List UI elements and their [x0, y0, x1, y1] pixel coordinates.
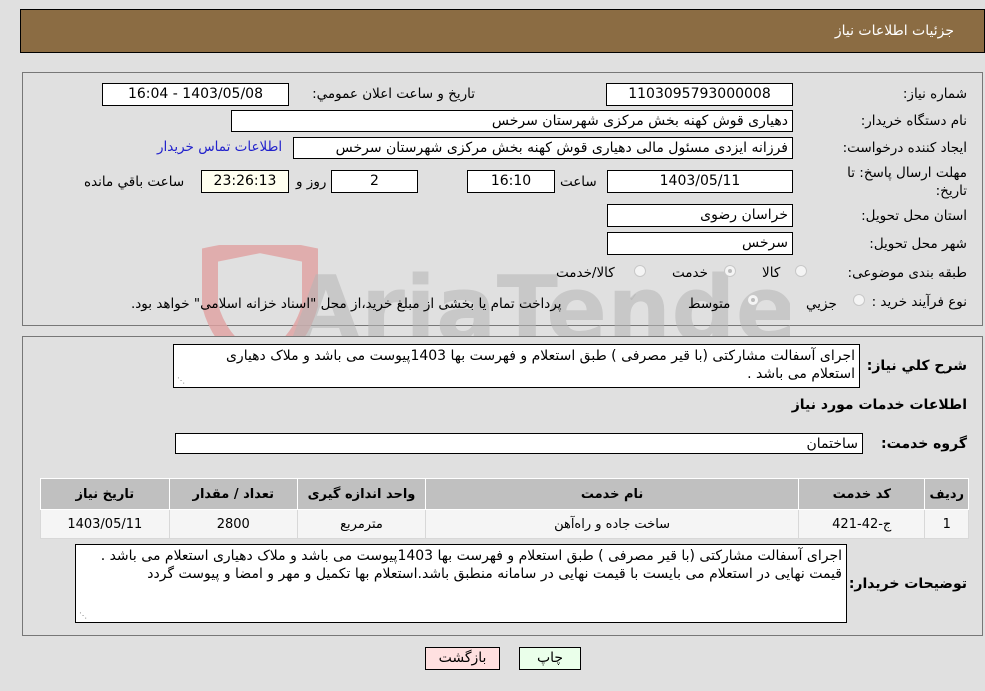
services-table: ردیف کد خدمت نام خدمت واحد اندازه گیری ت… — [40, 478, 969, 539]
cell-service-code: ج-42-421 — [798, 509, 926, 539]
remaining-time-label: ساعت باقي مانده — [84, 174, 185, 190]
back-button[interactable]: بازگشت — [425, 647, 500, 670]
summary-label: شرح کلي نیاز: — [866, 358, 967, 374]
col-quantity: تعداد / مقدار — [168, 478, 298, 510]
purchase-option-medium: متوسط — [688, 296, 731, 312]
resize-grip-icon[interactable]: ⋰ — [177, 377, 185, 385]
buyer-notes-label: توضیحات خریدار: — [848, 576, 967, 592]
category-label: طبقه بندی موضوعی: — [847, 265, 967, 281]
summary-text: اجرای آسفالت مشارکتی (با قیر مصرفی ) طبق… — [225, 348, 855, 382]
city-field: سرخس — [607, 232, 793, 255]
buyer-notes-textarea[interactable]: اجرای آسفالت مشارکتی (با قیر مصرفی ) طبق… — [75, 544, 847, 623]
requester-field: فرزانه ایزدی مسئول مالی دهیاری قوش کهنه … — [293, 137, 793, 159]
service-group-label: گروه خدمت: — [881, 436, 967, 452]
category-radio-goods-service[interactable] — [634, 265, 646, 277]
category-option-goods: کالا — [762, 265, 781, 281]
deadline-time-field: 16:10 — [467, 170, 555, 193]
col-unit: واحد اندازه گیری — [296, 478, 427, 510]
cell-unit: مترمربع — [296, 509, 427, 539]
services-heading: اطلاعات خدمات مورد نیاز — [791, 397, 967, 413]
col-service-code: کد خدمت — [798, 478, 926, 510]
purchase-type-label: نوع فرآیند خرید : — [871, 294, 967, 310]
deadline-date-field: 1403/05/11 — [607, 170, 793, 193]
col-service-name: نام خدمت — [425, 478, 800, 510]
need-number-field: 1103095793000008 — [606, 83, 793, 106]
treasury-note: پرداخت تمام یا بخشی از مبلغ خرید،از محل … — [131, 296, 562, 312]
requester-label: ایجاد کننده درخواست: — [842, 140, 967, 156]
province-field: خراسان رضوی — [607, 204, 793, 227]
buyer-org-label: نام دستگاه خریدار: — [860, 113, 967, 129]
category-radio-service[interactable] — [724, 265, 736, 277]
col-row-number: ردیف — [924, 478, 969, 510]
cell-quantity: 2800 — [168, 509, 298, 539]
cell-service-name: ساخت جاده و راه‌آهن — [425, 509, 800, 539]
col-need-date: تاریخ نیاز — [40, 478, 170, 510]
buyer-contact-link[interactable]: اطلاعات تماس خریدار — [157, 139, 282, 155]
days-field: 2 — [331, 170, 418, 193]
purchase-option-minor: جزیي — [806, 296, 837, 312]
province-label: استان محل تحویل: — [861, 208, 967, 224]
category-radio-goods[interactable] — [795, 265, 807, 277]
resize-grip-icon[interactable]: ⋰ — [79, 612, 87, 620]
page-header: جزئیات اطلاعات نیاز — [20, 9, 985, 53]
buyer-notes-text: اجرای آسفالت مشارکتی (با قیر مصرفی ) طبق… — [100, 548, 842, 582]
cell-need-date: 1403/05/11 — [40, 509, 170, 539]
category-option-goods-service: کالا/خدمت — [556, 265, 615, 281]
cell-row-number: 1 — [924, 509, 969, 539]
deadline-time-label: ساعت — [560, 174, 597, 190]
table-row: 1 ج-42-421 ساخت جاده و راه‌آهن مترمربع 2… — [40, 509, 969, 539]
days-label: روز و — [296, 174, 327, 190]
table-header-row: ردیف کد خدمت نام خدمت واحد اندازه گیری ت… — [40, 478, 969, 510]
purchase-radio-medium[interactable] — [747, 294, 759, 306]
category-option-service: خدمت — [672, 265, 708, 281]
print-button[interactable]: چاپ — [519, 647, 581, 670]
city-label: شهر محل تحویل: — [869, 236, 967, 252]
announce-datetime-field: 1403/05/08 - 16:04 — [102, 83, 289, 106]
remaining-time-field: 23:26:13 — [201, 170, 289, 193]
buyer-org-field: دهیاری قوش کهنه بخش مرکزی شهرستان سرخس — [231, 110, 793, 132]
page-title: جزئیات اطلاعات نیاز — [834, 23, 954, 39]
announce-datetime-label: تاریخ و ساعت اعلان عمومي: — [312, 86, 475, 102]
purchase-radio-minor[interactable] — [853, 294, 865, 306]
need-number-label: شماره نیاز: — [902, 86, 967, 102]
service-group-field: ساختمان — [175, 433, 863, 454]
deadline-label: مهلت ارسال پاسخ: تا تاریخ: — [847, 165, 967, 199]
treasury-checkbox[interactable]: ✓ — [626, 292, 638, 304]
summary-textarea[interactable]: اجرای آسفالت مشارکتی (با قیر مصرفی ) طبق… — [173, 344, 860, 388]
